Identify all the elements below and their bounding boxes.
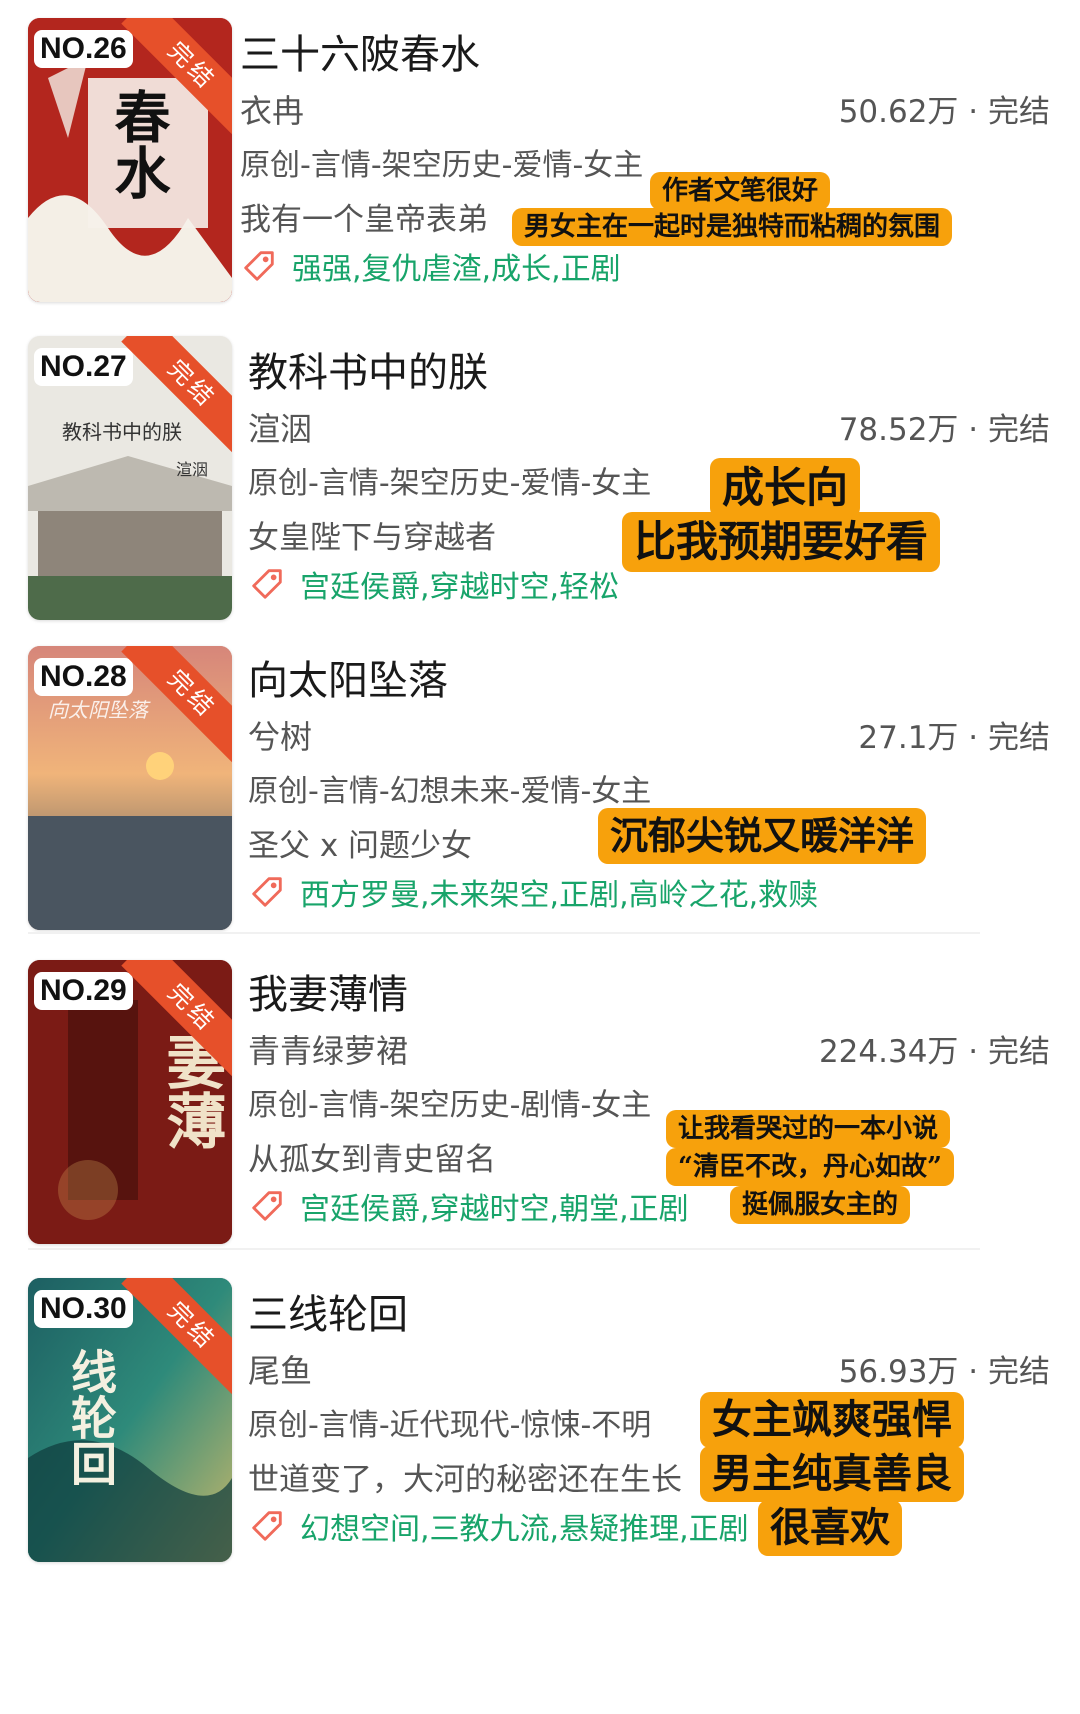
cover-author: 渲洇: [176, 460, 209, 479]
word-count-status: 56.93万 · 完结: [838, 1354, 1050, 1390]
description: 从孤女到青史留名: [248, 1142, 496, 1178]
book-cover[interactable]: 向太阳坠落 NO.28 完结: [28, 646, 232, 930]
tag-icon: [252, 877, 282, 907]
tag-icon: [252, 1511, 282, 1541]
word-count-status: 27.1万 · 完结: [858, 720, 1050, 756]
word-count-status: 78.52万 · 完结: [838, 412, 1050, 448]
word-count-status: 50.62万 · 完结: [838, 94, 1050, 130]
rank-badge: NO.29: [34, 972, 133, 1010]
tag-icon: [244, 251, 274, 281]
tag-text: 宫廷侯爵,穿越时空,轻松: [300, 570, 620, 605]
tag-text: 强强,复仇虐渣,成长,正剧: [292, 252, 621, 287]
description: 我有一个皇帝表弟: [240, 202, 488, 238]
category: 原创-言情-架空历史-爱情-女主: [248, 466, 652, 501]
word-count-status: 224.34万 · 完结: [818, 1034, 1050, 1070]
annotation-note: 男主纯真善良: [700, 1446, 964, 1502]
cover-title: 春水: [105, 88, 171, 200]
author-name[interactable]: 衣冉: [240, 86, 304, 132]
book-cover[interactable]: 线轮回 NO.30 完结: [28, 1278, 232, 1562]
annotation-note: 很喜欢: [758, 1500, 902, 1556]
annotation-note: 沉郁尖锐又暖洋洋: [598, 808, 927, 864]
author-name[interactable]: 尾鱼: [248, 1346, 312, 1392]
description: 女皇陛下与穿越者: [248, 520, 496, 556]
book-title[interactable]: 我妻薄情: [248, 962, 408, 1020]
description: 世道变了，大河的秘密还在生长: [248, 1462, 682, 1498]
author-name[interactable]: 青青绿萝裙: [248, 1026, 408, 1072]
annotation-note: 让我看哭过的一本小说: [666, 1110, 951, 1148]
category: 原创-言情-幻想未来-爱情-女主: [248, 774, 652, 809]
rank-badge: NO.28: [34, 658, 133, 696]
tag-icon: [252, 1191, 282, 1221]
book-cover[interactable]: 教科书中的朕 渲洇 NO.27 完结: [28, 336, 232, 620]
annotation-note: 比我预期要好看: [622, 512, 941, 572]
category: 原创-言情-架空历史-爱情-女主: [240, 148, 644, 183]
tag-text: 宫廷侯爵,穿越时空,朝堂,正剧: [300, 1192, 689, 1227]
annotation-note: 女主飒爽强悍: [700, 1392, 964, 1448]
annotation-note: 挺佩服女主的: [730, 1186, 911, 1224]
book-cover[interactable]: 妻薄 NO.29 完结: [28, 960, 232, 1244]
tag-list: 宫廷侯爵,穿越时空,朝堂,正剧: [248, 1184, 689, 1228]
rank-badge: NO.27: [34, 348, 133, 386]
cover-title: 线轮回: [64, 1348, 118, 1486]
tag-icon: [252, 569, 282, 599]
category: 原创-言情-近代现代-惊悚-不明: [248, 1408, 652, 1443]
tag-list: 强强,复仇虐渣,成长,正剧: [240, 244, 621, 288]
category: 原创-言情-架空历史-剧情-女主: [248, 1088, 652, 1123]
book-title[interactable]: 向太阳坠落: [248, 648, 448, 706]
annotation-note: 作者文笔很好: [650, 172, 831, 210]
tag-list: 西方罗曼,未来架空,正剧,高岭之花,救赎: [248, 870, 818, 914]
tag-list: 幻想空间,三教九流,悬疑推理,正剧: [248, 1504, 749, 1548]
tag-text: 西方罗曼,未来架空,正剧,高岭之花,救赎: [300, 878, 819, 913]
annotation-note: 男女主在一起时是独特而粘稠的氛围: [512, 208, 953, 246]
book-cover[interactable]: 春水 NO.26 完结: [28, 18, 232, 302]
author-name[interactable]: 渲洇: [248, 404, 312, 450]
tag-list: 宫廷侯爵,穿越时空,轻松: [248, 562, 619, 606]
annotation-note: “清臣不改，丹心如故”: [666, 1148, 954, 1186]
book-title[interactable]: 三线轮回: [248, 1282, 408, 1340]
divider: [28, 932, 980, 934]
tag-text: 幻想空间,三教九流,悬疑推理,正剧: [300, 1512, 749, 1547]
cover-title: 教科书中的朕: [62, 420, 182, 444]
book-title[interactable]: 三十六陂春水: [240, 22, 480, 80]
book-title[interactable]: 教科书中的朕: [248, 340, 488, 398]
rank-badge: NO.26: [34, 30, 133, 68]
rank-badge: NO.30: [34, 1290, 133, 1328]
description: 圣父 x 问题少女: [248, 828, 473, 864]
annotation-note: 成长向: [710, 458, 861, 518]
author-name[interactable]: 兮树: [248, 712, 312, 758]
divider: [28, 1248, 980, 1250]
cover-title: 向太阳坠落: [48, 698, 148, 722]
